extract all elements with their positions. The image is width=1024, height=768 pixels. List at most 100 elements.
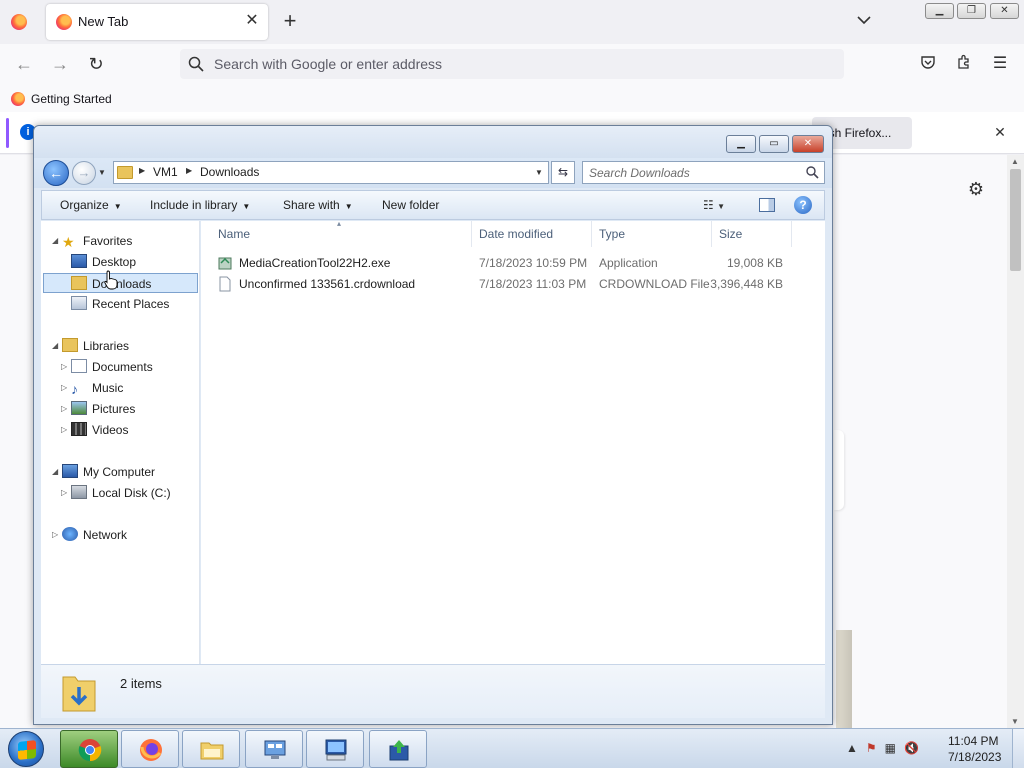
- extensions-icon[interactable]: [954, 54, 974, 74]
- collapse-icon[interactable]: ▷: [61, 357, 67, 377]
- firefox-menu-icon[interactable]: [11, 14, 27, 30]
- taskbar-chrome[interactable]: [60, 730, 118, 768]
- start-button[interactable]: [8, 731, 44, 767]
- expand-icon[interactable]: ◢: [52, 462, 58, 482]
- nav-downloads[interactable]: Downloads: [43, 273, 198, 293]
- column-header-name[interactable]: Name: [218, 227, 250, 241]
- explorer-maximize-button[interactable]: ▭: [759, 135, 789, 153]
- collapse-icon[interactable]: ▷: [61, 483, 67, 503]
- chevron-down-icon[interactable]: [854, 12, 874, 32]
- explorer-search-box[interactable]: [582, 161, 825, 184]
- taskbar-firefox[interactable]: [121, 730, 179, 768]
- close-tab-icon[interactable]: ✕: [244, 12, 260, 30]
- column-header-size[interactable]: Size: [719, 227, 742, 241]
- recent-pages-icon[interactable]: ▼: [98, 168, 108, 178]
- breadcrumb-vm1[interactable]: VM1: [153, 165, 178, 179]
- explorer-address-bar[interactable]: ▶ VM1 ▶ Downloads ▼: [113, 161, 549, 184]
- new-tab-button[interactable]: +: [280, 10, 300, 34]
- column-header-date[interactable]: Date modified: [479, 227, 553, 241]
- collapse-icon[interactable]: ▷: [61, 378, 67, 398]
- share-with-menu[interactable]: Share with ▼: [283, 198, 353, 212]
- help-icon[interactable]: ?: [794, 196, 812, 214]
- change-view-icon[interactable]: ☷ ▼: [703, 198, 743, 214]
- preview-pane-icon[interactable]: [759, 198, 775, 212]
- collapse-icon[interactable]: ▷: [61, 399, 67, 419]
- clock-date[interactable]: 7/18/2023: [948, 750, 1001, 764]
- include-in-library-menu[interactable]: Include in library ▼: [150, 198, 250, 212]
- network-icon: [62, 527, 78, 541]
- gear-icon[interactable]: ⚙: [966, 179, 986, 199]
- back-arrow-icon[interactable]: ←: [12, 52, 36, 76]
- explorer-title-bar[interactable]: ▁ ▭ ✕: [34, 126, 832, 160]
- page-scrollbar[interactable]: ▲ ▼: [1007, 155, 1024, 728]
- collapse-icon[interactable]: ▷: [61, 420, 67, 440]
- nav-network[interactable]: ▷ Network: [52, 525, 127, 545]
- nav-libraries[interactable]: ◢ Libraries: [52, 336, 129, 356]
- url-input[interactable]: [214, 54, 814, 74]
- taskbar-virtual-machine[interactable]: [306, 730, 364, 768]
- minimize-button[interactable]: ▁: [925, 3, 954, 19]
- system-tray: ▲⚑▦🔇 11:04 PM 7/18/2023: [840, 729, 1024, 768]
- explorer-refresh-button[interactable]: ⇆: [551, 161, 575, 184]
- scroll-up-icon[interactable]: ▲: [1011, 157, 1019, 166]
- scroll-down-icon[interactable]: ▼: [1011, 717, 1019, 726]
- column-divider[interactable]: [471, 221, 472, 247]
- column-divider[interactable]: [791, 221, 792, 247]
- explorer-close-button[interactable]: ✕: [792, 135, 824, 153]
- nav-desktop[interactable]: Desktop: [71, 252, 136, 272]
- clock-time[interactable]: 11:04 PM: [948, 734, 998, 748]
- column-divider[interactable]: [711, 221, 712, 247]
- file-row[interactable]: Unconfirmed 133561.crdownload 7/18/2023 …: [218, 274, 788, 294]
- column-divider[interactable]: [591, 221, 592, 247]
- column-header-type[interactable]: Type: [599, 227, 625, 241]
- nav-documents[interactable]: ▷ Documents: [61, 357, 153, 377]
- action-center-icon[interactable]: ⚑: [866, 741, 885, 755]
- scrollbar-thumb[interactable]: [1010, 169, 1021, 271]
- explorer-search-input[interactable]: [589, 165, 799, 181]
- volume-muted-icon[interactable]: 🔇: [904, 741, 927, 755]
- search-icon[interactable]: [805, 165, 819, 179]
- tray-icons[interactable]: ▲⚑▦🔇: [846, 741, 927, 755]
- url-bar[interactable]: [180, 49, 844, 79]
- close-notice-icon[interactable]: ✕: [992, 124, 1008, 140]
- organize-menu[interactable]: Organize ▼: [60, 198, 122, 212]
- breadcrumb-separator-icon[interactable]: ▶: [139, 166, 145, 175]
- taskbar-network-settings[interactable]: [245, 730, 303, 768]
- file-row[interactable]: MediaCreationTool22H2.exe 7/18/2023 10:5…: [218, 253, 788, 273]
- taskbar-file-transfer[interactable]: [369, 730, 427, 768]
- hamburger-menu-icon[interactable]: ☰: [990, 54, 1010, 74]
- nav-favorites[interactable]: ◢ ★ Favorites: [52, 231, 132, 251]
- breadcrumb-downloads[interactable]: Downloads: [200, 165, 259, 179]
- restore-button[interactable]: ❐: [957, 3, 986, 19]
- new-folder-button[interactable]: New folder: [382, 198, 439, 212]
- collapse-icon[interactable]: ▷: [52, 525, 58, 545]
- expand-icon[interactable]: ◢: [52, 336, 58, 356]
- file-size: 3,396,448 KB: [710, 277, 783, 291]
- close-window-button[interactable]: ✕: [990, 3, 1019, 19]
- nav-recent-places[interactable]: Recent Places: [71, 294, 169, 314]
- chrome-icon: [78, 739, 102, 762]
- expand-icon[interactable]: ◢: [52, 231, 58, 251]
- explorer-minimize-button[interactable]: ▁: [726, 135, 756, 153]
- show-desktop-button[interactable]: [1012, 729, 1024, 768]
- forward-arrow-icon[interactable]: →: [48, 52, 72, 76]
- nav-pictures[interactable]: ▷ Pictures: [61, 399, 135, 419]
- explorer-forward-button[interactable]: →: [72, 161, 96, 185]
- include-label: Include in library: [150, 198, 238, 212]
- libraries-icon: [62, 338, 78, 352]
- reload-icon[interactable]: ↻: [84, 52, 108, 76]
- nav-music[interactable]: ▷ ♪ Music: [61, 378, 123, 398]
- nav-local-disk[interactable]: ▷ Local Disk (C:): [61, 483, 171, 503]
- nav-my-computer[interactable]: ◢ My Computer: [52, 462, 155, 482]
- notice-accent: [6, 118, 9, 148]
- taskbar-explorer[interactable]: [182, 730, 240, 768]
- explorer-back-button[interactable]: ←: [43, 160, 69, 186]
- nav-videos[interactable]: ▷ Videos: [61, 420, 128, 440]
- network-status-icon[interactable]: ▦: [885, 741, 904, 755]
- show-hidden-icons-icon[interactable]: ▲: [846, 741, 866, 755]
- tab-new-tab[interactable]: New Tab ✕: [46, 4, 268, 40]
- address-dropdown-icon[interactable]: ▼: [532, 164, 546, 181]
- breadcrumb-separator-icon[interactable]: ▶: [186, 166, 192, 175]
- pocket-icon[interactable]: [918, 54, 938, 74]
- bookmark-getting-started[interactable]: Getting Started: [11, 91, 112, 107]
